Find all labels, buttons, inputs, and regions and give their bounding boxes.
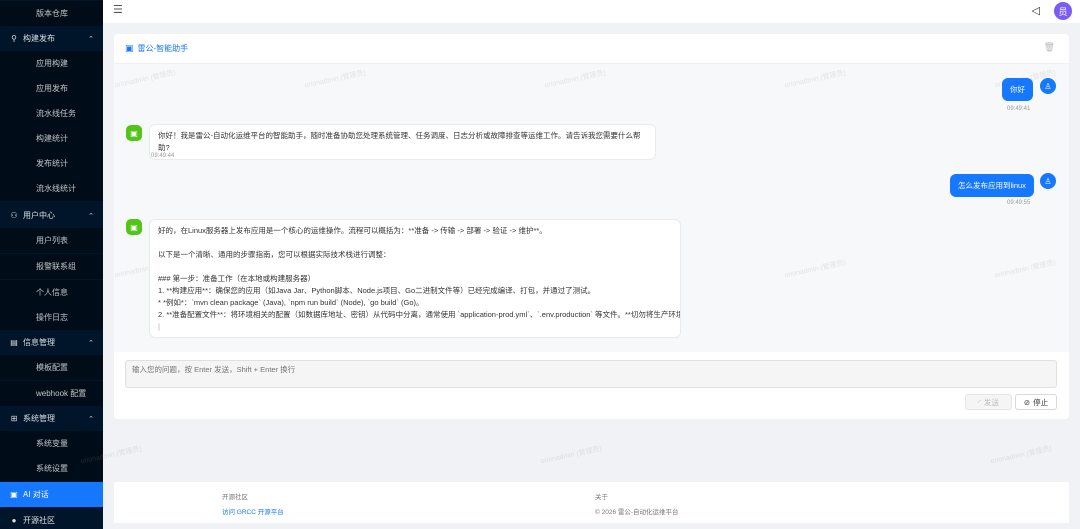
sidebar-item-build-stats[interactable]: 构建统计 bbox=[0, 126, 103, 151]
sidebar-item-user-list[interactable]: 用户列表 bbox=[0, 228, 103, 253]
sidebar-item-system-vars[interactable]: 系统变量 bbox=[0, 431, 103, 456]
bot-avatar-icon: ▣ bbox=[126, 125, 142, 141]
sidebar: 版本仓库 ⚲ 构建发布 ⌃ 应用构建 应用发布 流水线任务 构建统计 发布统计 … bbox=[0, 0, 103, 529]
sidebar-item-app-build[interactable]: 应用构建 bbox=[0, 51, 103, 76]
sidebar-item-app-release[interactable]: 应用发布 bbox=[0, 76, 103, 101]
menu-toggle-icon[interactable]: ☰ bbox=[113, 3, 123, 16]
user-icon: ⚇ bbox=[10, 211, 18, 220]
stop-button[interactable]: ⊘ 停止 bbox=[1015, 394, 1057, 410]
top-header: ☰ ◁ 员 bbox=[103, 0, 1080, 23]
sidebar-item-version-repo[interactable]: 版本仓库 bbox=[0, 1, 103, 26]
sidebar-item-system-settings[interactable]: 系统设置 bbox=[0, 456, 103, 481]
github-icon: ● bbox=[11, 516, 17, 525]
chevron-up-icon: ⌃ bbox=[88, 415, 94, 423]
user-avatar-icon: ♙ bbox=[1040, 173, 1056, 189]
footer: 开源社区 访问 GRCC 开源平台 关于 © 2026 雷公-自动化运维平台 bbox=[114, 482, 1069, 523]
bot-message: 你好！我是雷公-自动化运维平台的智能助手，随时准备协助您处理系统管理、任务调度、… bbox=[149, 124, 656, 160]
sidebar-item-alert-group[interactable]: 报警联系组 bbox=[0, 254, 103, 279]
user-avatar-icon: ♙ bbox=[1040, 78, 1056, 94]
user-message: 你好 bbox=[1002, 78, 1033, 101]
robot-icon: ▣ bbox=[125, 43, 134, 53]
card-title: ▣ 雷公-智能助手 bbox=[125, 43, 189, 53]
sidebar-group-build-release[interactable]: ⚲ 构建发布 ⌃ bbox=[0, 26, 103, 51]
loading-icon: ◜ bbox=[978, 397, 981, 407]
sidebar-item-ai-chat[interactable]: ▣ AI 对话 bbox=[0, 482, 103, 507]
sidebar-group-system-manage[interactable]: ⊞ 系统管理 ⌃ bbox=[0, 406, 103, 431]
bot-avatar-icon: ▣ bbox=[126, 219, 142, 235]
sidebar-item-op-log[interactable]: 操作日志 bbox=[0, 305, 103, 330]
message-time: 09:49:44 bbox=[151, 153, 175, 159]
chevron-up-icon: ⌃ bbox=[88, 35, 94, 43]
watermark: orionadmin (管理员) bbox=[540, 445, 603, 466]
doc-icon: ▤ bbox=[10, 338, 18, 347]
chevron-up-icon: ⌃ bbox=[88, 339, 94, 347]
chat-icon: ▣ bbox=[10, 490, 18, 499]
chat-input[interactable] bbox=[126, 361, 1056, 387]
watermark: orionadmin (管理员) bbox=[304, 69, 367, 90]
send-button[interactable]: ◜ 发送 bbox=[965, 394, 1012, 410]
sidebar-group-info-manage[interactable]: ▤ 信息管理 ⌃ bbox=[0, 330, 103, 355]
footer-community-link[interactable]: 访问 GRCC 开源平台 bbox=[222, 506, 284, 516]
footer-about-heading: 关于 bbox=[595, 494, 608, 501]
sidebar-item-template-config[interactable]: 模板配置 bbox=[0, 355, 103, 380]
message-time: 09:49:55 bbox=[1007, 200, 1031, 206]
watermark: orionadmin (管理员) bbox=[784, 69, 847, 90]
sidebar-item-release-stats[interactable]: 发布统计 bbox=[0, 151, 103, 176]
user-message: 怎么发布应用到linux bbox=[950, 174, 1034, 197]
watermark: orionadmin (管理员) bbox=[544, 69, 607, 90]
message-time: 09:49:41 bbox=[1007, 106, 1031, 112]
card-header: ▣ 雷公-智能助手 🗑 bbox=[114, 34, 1069, 64]
sidebar-item-pipeline-task[interactable]: 流水线任务 bbox=[0, 101, 103, 126]
settings-icon: ⊞ bbox=[10, 414, 18, 423]
sidebar-group-user-center[interactable]: ⚇ 用户中心 ⌃ bbox=[0, 203, 103, 228]
footer-community-heading: 开源社区 bbox=[222, 494, 248, 501]
sidebar-item-profile[interactable]: 个人信息 bbox=[0, 280, 103, 305]
watermark: orionadmin (管理员) bbox=[114, 69, 177, 90]
watermark: orionadmin (管理员) bbox=[990, 445, 1053, 466]
chat-input-box bbox=[125, 360, 1057, 388]
stop-icon: ⊘ bbox=[1023, 397, 1031, 407]
footer-copyright: © 2026 雷公-自动化运维平台 bbox=[595, 509, 679, 516]
rocket-icon: ⚲ bbox=[11, 34, 17, 43]
chat-messages: orionadmin (管理员) orionadmin (管理员) oriona… bbox=[114, 64, 1069, 352]
watermark: orionadmin (管理员) bbox=[994, 259, 1057, 280]
notification-icon[interactable]: ◁ bbox=[1032, 4, 1040, 17]
avatar[interactable]: 员 bbox=[1054, 2, 1072, 20]
chevron-up-icon: ⌃ bbox=[88, 212, 94, 220]
sidebar-item-pipeline-stats[interactable]: 流水线统计 bbox=[0, 176, 103, 201]
sidebar-item-open-community[interactable]: ● 开源社区 bbox=[0, 508, 103, 529]
sidebar-item-webhook-config[interactable]: webhook 配置 bbox=[0, 381, 103, 406]
chat-card: ▣ 雷公-智能助手 🗑 orionadmin (管理员) orionadmin … bbox=[114, 34, 1069, 419]
trash-icon[interactable]: 🗑 bbox=[1044, 42, 1055, 53]
watermark: orionadmin (管理员) bbox=[784, 259, 847, 280]
bot-message: 好的，在Linux服务器上发布应用是一个核心的运维操作。流程可以概括为：**准备… bbox=[149, 219, 681, 338]
